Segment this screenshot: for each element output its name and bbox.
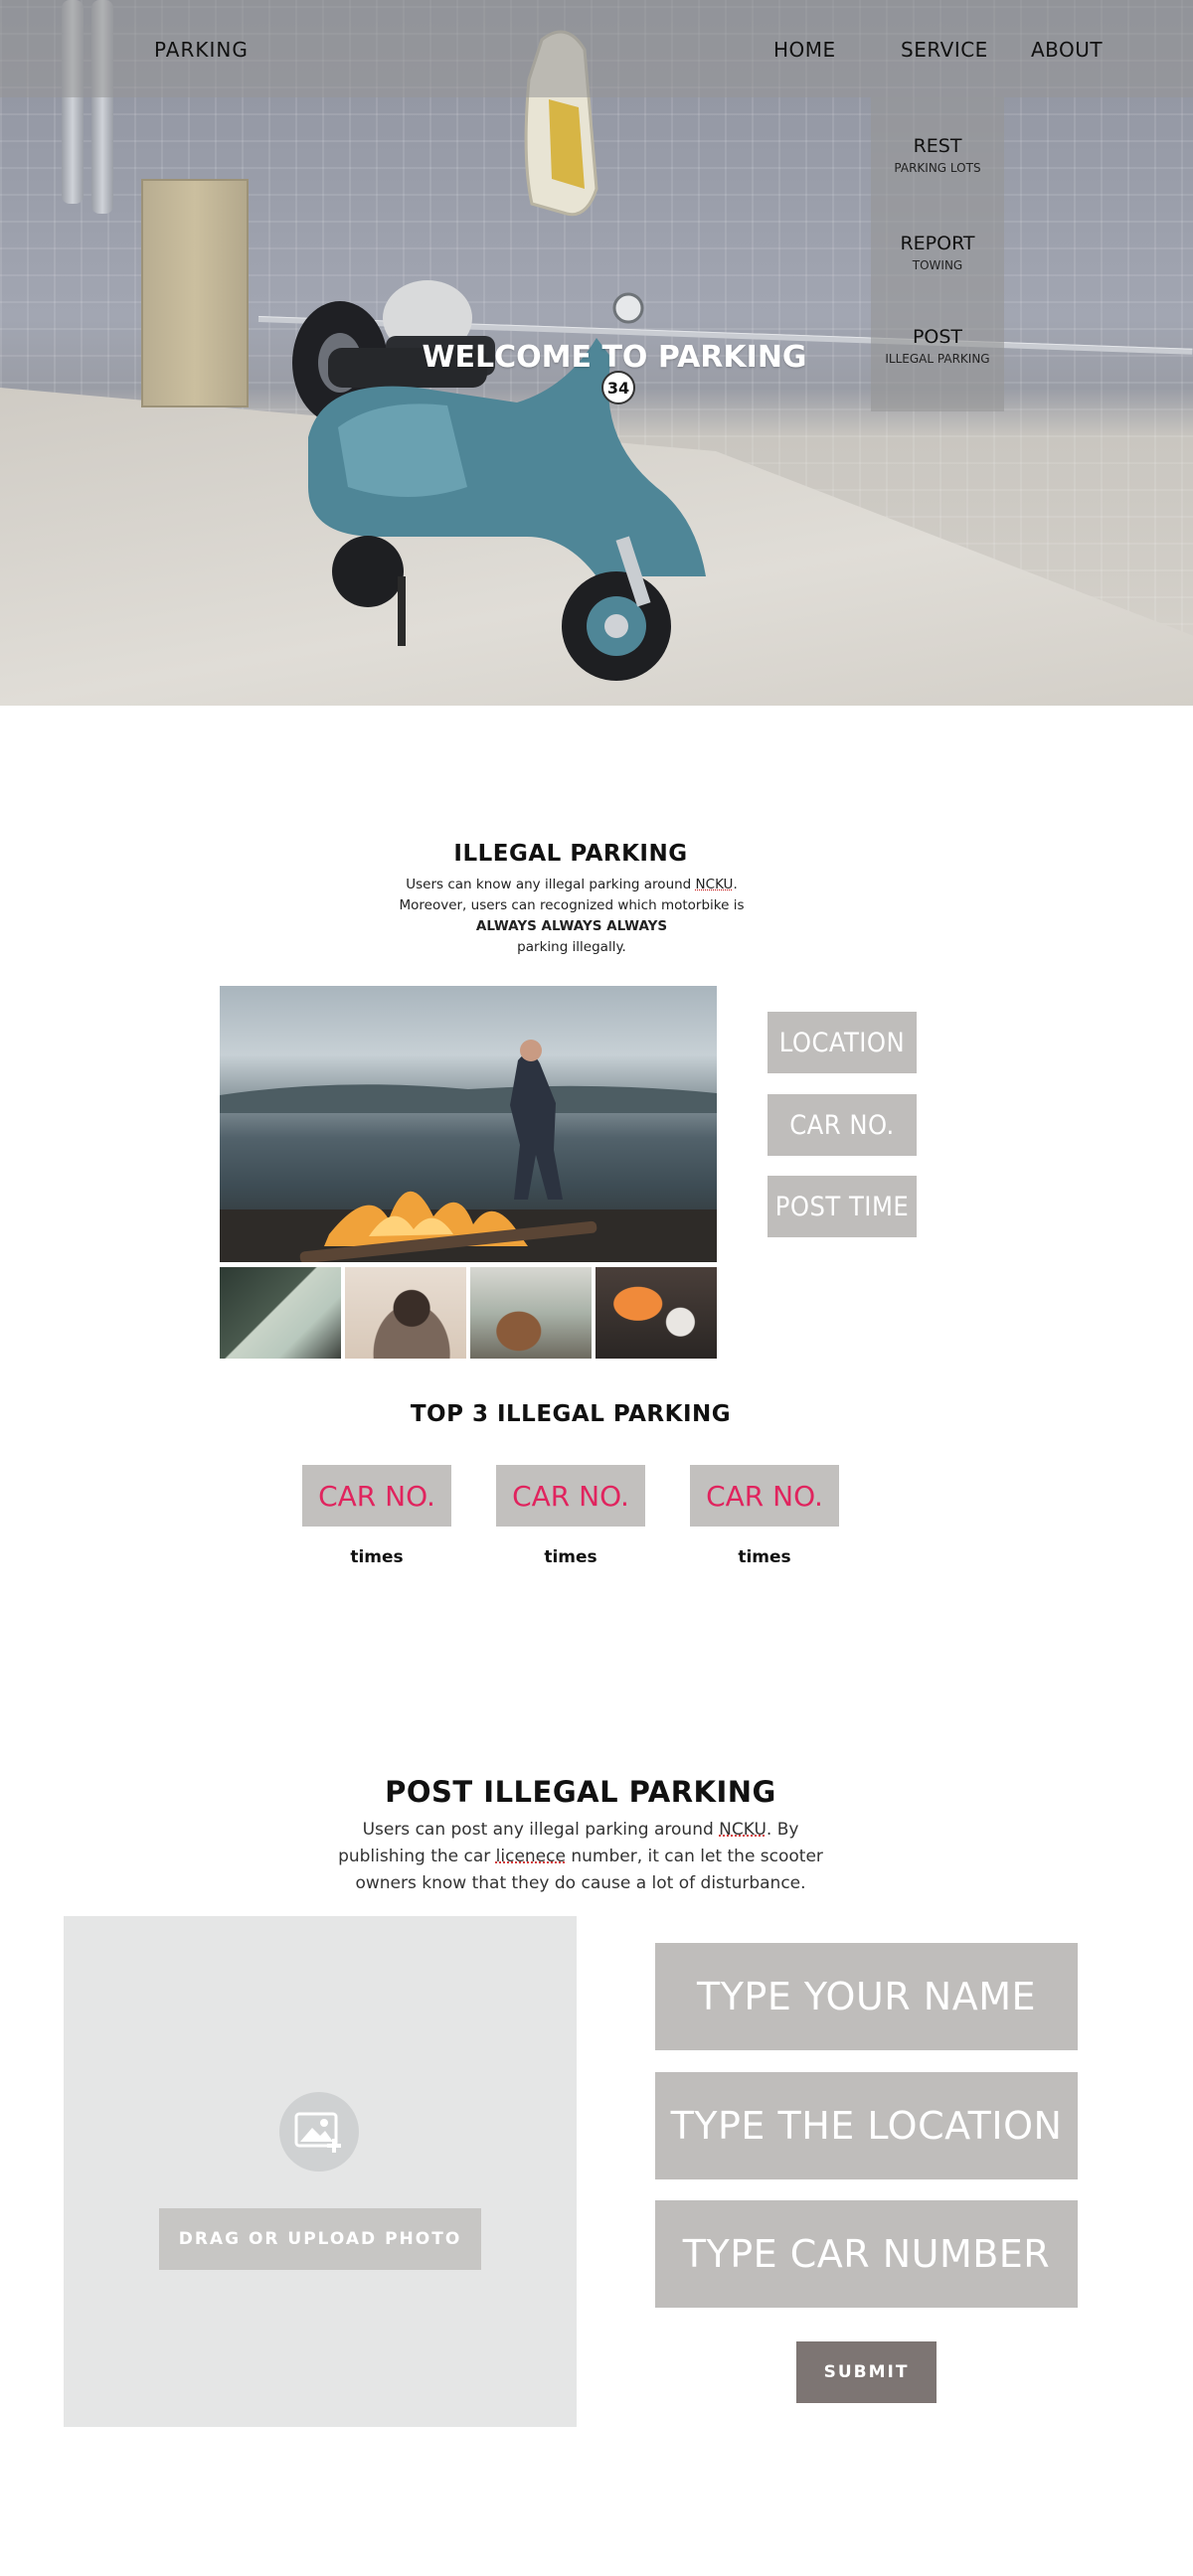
- brand-logo[interactable]: PARKING: [154, 38, 249, 62]
- top-navbar: PARKING HOME SERVICE ABOUT: [0, 0, 1193, 97]
- hero-banner: 34 PARKING HOME SERVICE ABOUT REST PARKI…: [0, 0, 1193, 706]
- top3-card-2[interactable]: CAR NO.: [496, 1465, 645, 1527]
- car-number-input[interactable]: TYPE CAR NUMBER: [655, 2200, 1078, 2308]
- dropdown-item-report[interactable]: REPORT TOWING: [871, 233, 1004, 272]
- desc-text: .: [733, 877, 738, 892]
- ncku-link[interactable]: NCKU: [719, 1820, 767, 1840]
- top3-times-3: times: [738, 1547, 791, 1567]
- name-input[interactable]: TYPE YOUR NAME: [655, 1943, 1078, 2050]
- thumbnail-coffee[interactable]: [596, 1267, 717, 1359]
- post-description-line: publishing the car licenece number, it c…: [0, 1844, 1161, 1870]
- top3-times-1: times: [350, 1547, 404, 1567]
- nav-about-link[interactable]: ABOUT: [1031, 38, 1103, 62]
- dropdown-item-subtitle: TOWING: [912, 258, 963, 272]
- scooter-number-plate: 34: [607, 379, 629, 398]
- illegal-description-line: parking illegally.: [517, 939, 626, 955]
- desc-text: Users can know any illegal parking aroun…: [406, 877, 696, 892]
- location-filter-button[interactable]: LOCATION: [767, 1012, 917, 1073]
- desc-text: . By: [766, 1820, 799, 1840]
- submit-button[interactable]: SUBMIT: [796, 2341, 937, 2403]
- location-input[interactable]: TYPE THE LOCATION: [655, 2072, 1078, 2179]
- illegal-parking-title: ILLEGAL PARKING: [453, 841, 688, 867]
- illegal-description-line: Users can know any illegal parking aroun…: [0, 875, 1143, 895]
- post-section-title: POST ILLEGAL PARKING: [385, 1775, 776, 1809]
- post-description-line: Users can post any illegal parking aroun…: [0, 1817, 1161, 1844]
- ncku-link[interactable]: NCKU: [696, 877, 734, 892]
- top3-card-1[interactable]: CAR NO.: [302, 1465, 451, 1527]
- thumbnail-person[interactable]: [345, 1267, 466, 1359]
- nav-service-link[interactable]: SERVICE: [901, 38, 988, 62]
- desc-text: publishing the car: [338, 1847, 496, 1866]
- photo-upload-dropzone[interactable]: DRAG OR UPLOAD PHOTO: [64, 1916, 577, 2427]
- top3-card-3[interactable]: CAR NO.: [690, 1465, 839, 1527]
- post-description-line: owners know that they do cause a lot of …: [355, 1873, 806, 1893]
- desc-text: Users can post any illegal parking aroun…: [362, 1820, 720, 1840]
- thumbnail-tent[interactable]: [220, 1267, 341, 1359]
- upload-photo-button[interactable]: DRAG OR UPLOAD PHOTO: [159, 2208, 481, 2270]
- nav-home-link[interactable]: HOME: [773, 38, 836, 62]
- desc-text: number, it can let the scooter: [565, 1847, 823, 1866]
- main-campfire-photo[interactable]: [220, 986, 717, 1262]
- illegal-description-line: Moreover, users can recognized which mot…: [399, 897, 745, 913]
- hero-title: WELCOME TO PARKING: [422, 340, 807, 375]
- dropdown-item-rest[interactable]: REST PARKING LOTS: [871, 135, 1004, 175]
- dropdown-item-title: REST: [913, 135, 962, 157]
- photo-thumbnail-strip: [220, 1267, 717, 1359]
- illegal-description-emphasis: ALWAYS ALWAYS ALWAYS: [475, 918, 668, 934]
- top3-title: TOP 3 ILLEGAL PARKING: [410, 1401, 732, 1427]
- thumbnail-axe[interactable]: [470, 1267, 592, 1359]
- dropdown-item-subtitle: PARKING LOTS: [894, 161, 981, 175]
- licence-word: licenece: [495, 1847, 566, 1866]
- post-time-filter-button[interactable]: POST TIME: [767, 1176, 917, 1237]
- top3-times-2: times: [544, 1547, 597, 1567]
- image-add-icon: [279, 2092, 359, 2172]
- campfire-scene: [220, 1040, 717, 1262]
- car-number-filter-button[interactable]: CAR NO.: [767, 1094, 917, 1156]
- dropdown-item-title: REPORT: [900, 233, 975, 254]
